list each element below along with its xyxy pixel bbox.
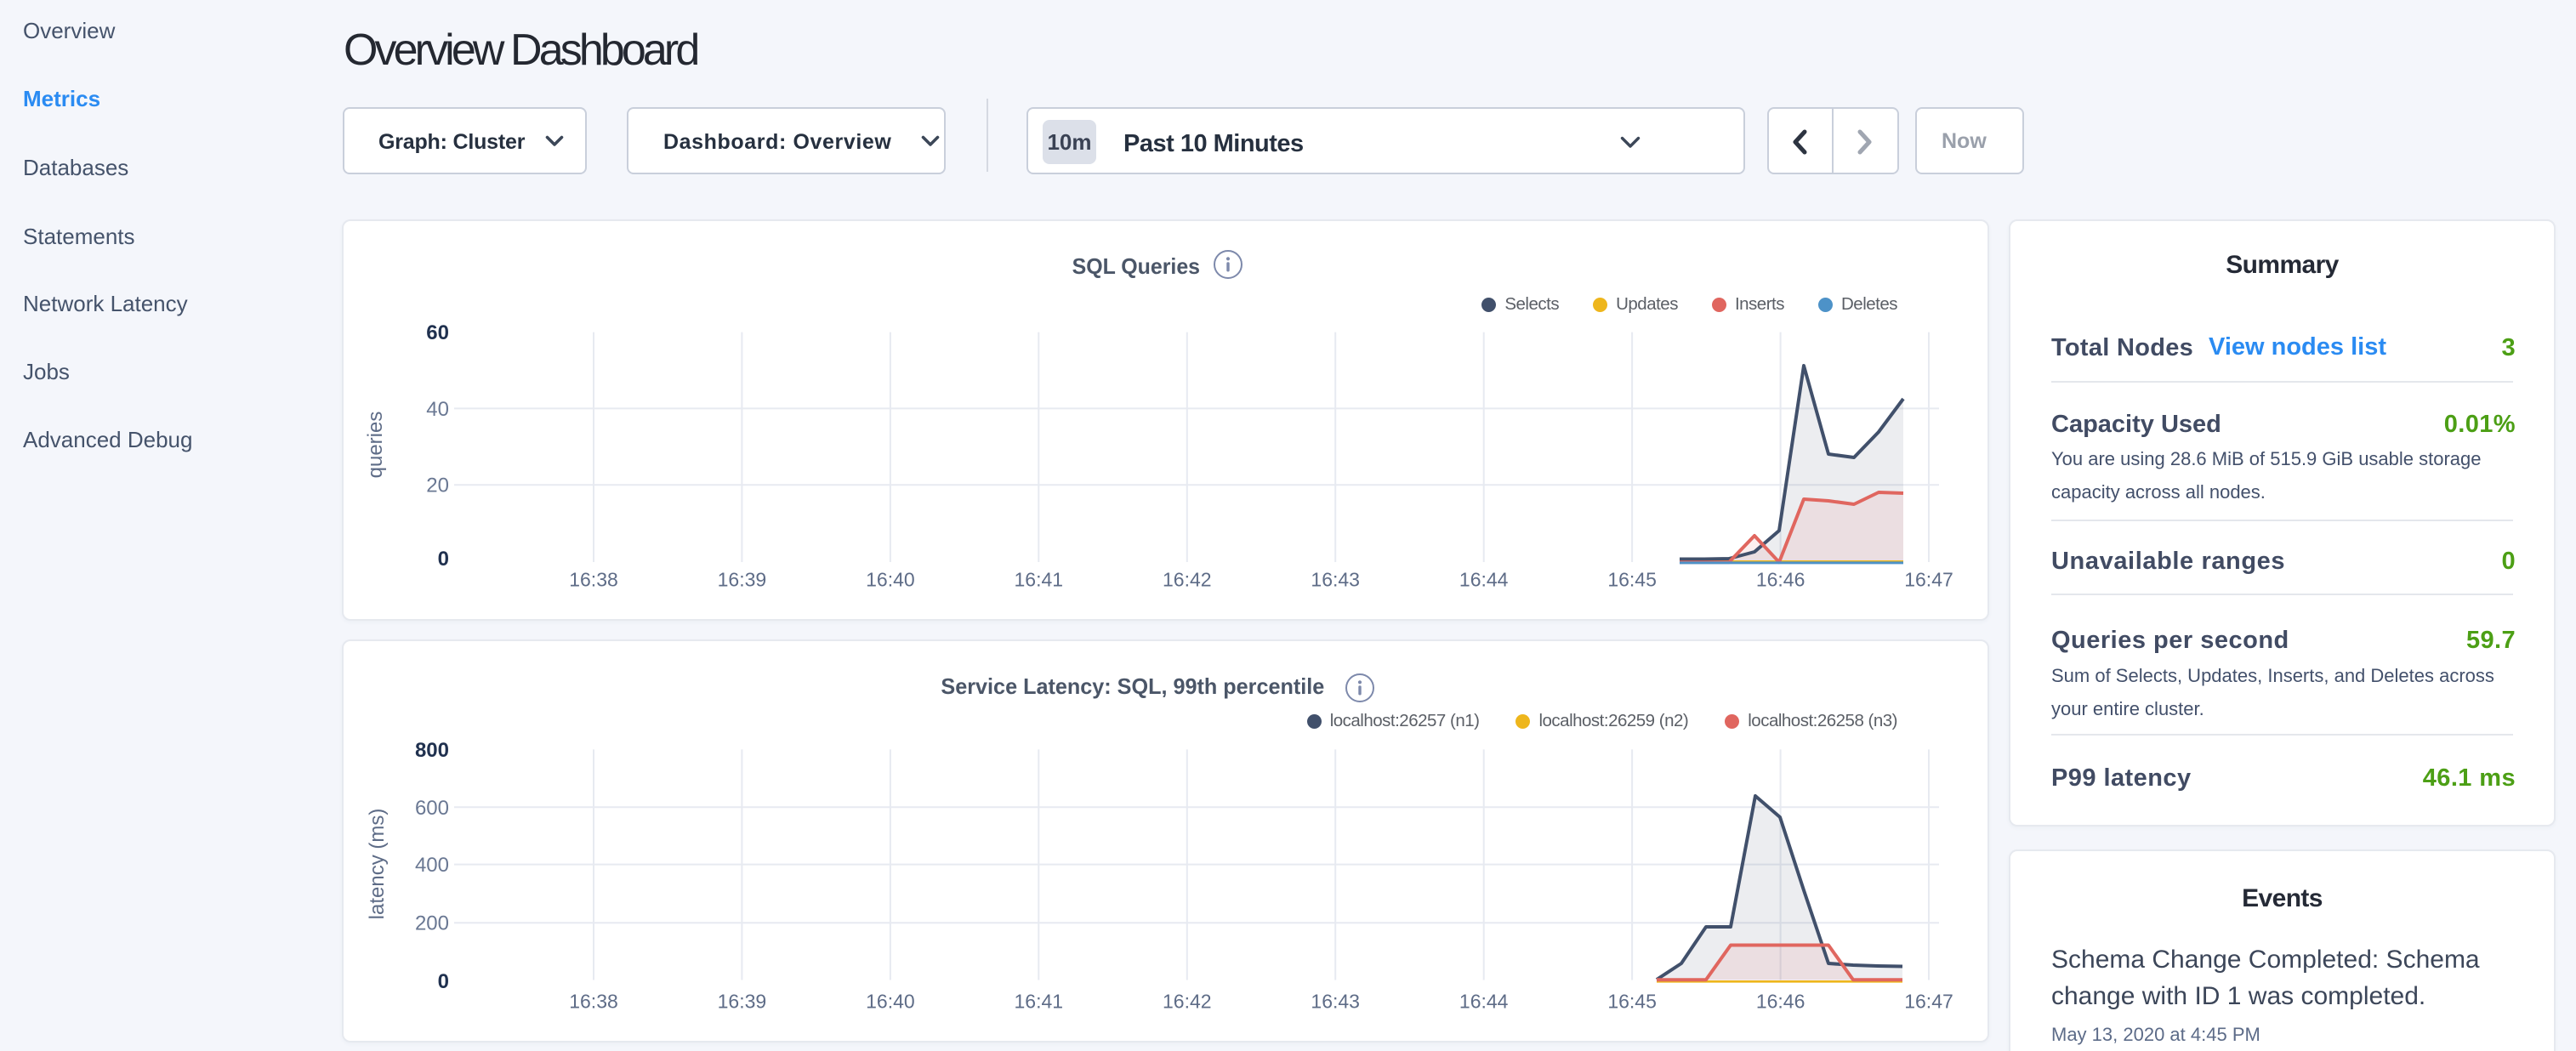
svg-text:20: 20	[426, 474, 449, 497]
svg-text:16:44: 16:44	[1459, 569, 1509, 591]
svg-text:16:40: 16:40	[866, 569, 915, 591]
svg-text:16:41: 16:41	[1015, 991, 1064, 1013]
svg-text:16:47: 16:47	[1904, 569, 1953, 591]
svg-text:60: 60	[426, 321, 449, 344]
svg-text:16:41: 16:41	[1015, 569, 1064, 591]
svg-text:40: 40	[426, 398, 449, 421]
svg-text:16:40: 16:40	[866, 991, 915, 1013]
svg-text:400: 400	[415, 854, 449, 877]
svg-text:16:38: 16:38	[569, 991, 618, 1013]
svg-text:600: 600	[415, 797, 449, 820]
svg-text:16:44: 16:44	[1459, 991, 1509, 1013]
svg-text:16:43: 16:43	[1311, 991, 1360, 1013]
svg-text:800: 800	[415, 739, 449, 762]
svg-text:16:46: 16:46	[1756, 569, 1805, 591]
svg-text:16:38: 16:38	[569, 569, 618, 591]
svg-text:latency (ms): latency (ms)	[366, 809, 389, 920]
svg-text:0: 0	[438, 548, 449, 571]
svg-text:16:42: 16:42	[1163, 991, 1212, 1013]
svg-text:16:45: 16:45	[1607, 991, 1657, 1013]
svg-text:16:39: 16:39	[718, 991, 767, 1013]
svg-text:16:46: 16:46	[1756, 991, 1805, 1013]
svg-text:200: 200	[415, 912, 449, 935]
svg-text:16:47: 16:47	[1904, 991, 1953, 1013]
svg-text:16:42: 16:42	[1163, 569, 1212, 591]
svg-text:16:43: 16:43	[1311, 569, 1360, 591]
svg-text:queries: queries	[364, 412, 387, 479]
svg-text:16:39: 16:39	[718, 569, 767, 591]
svg-text:16:45: 16:45	[1607, 569, 1657, 591]
svg-text:0: 0	[438, 970, 449, 993]
